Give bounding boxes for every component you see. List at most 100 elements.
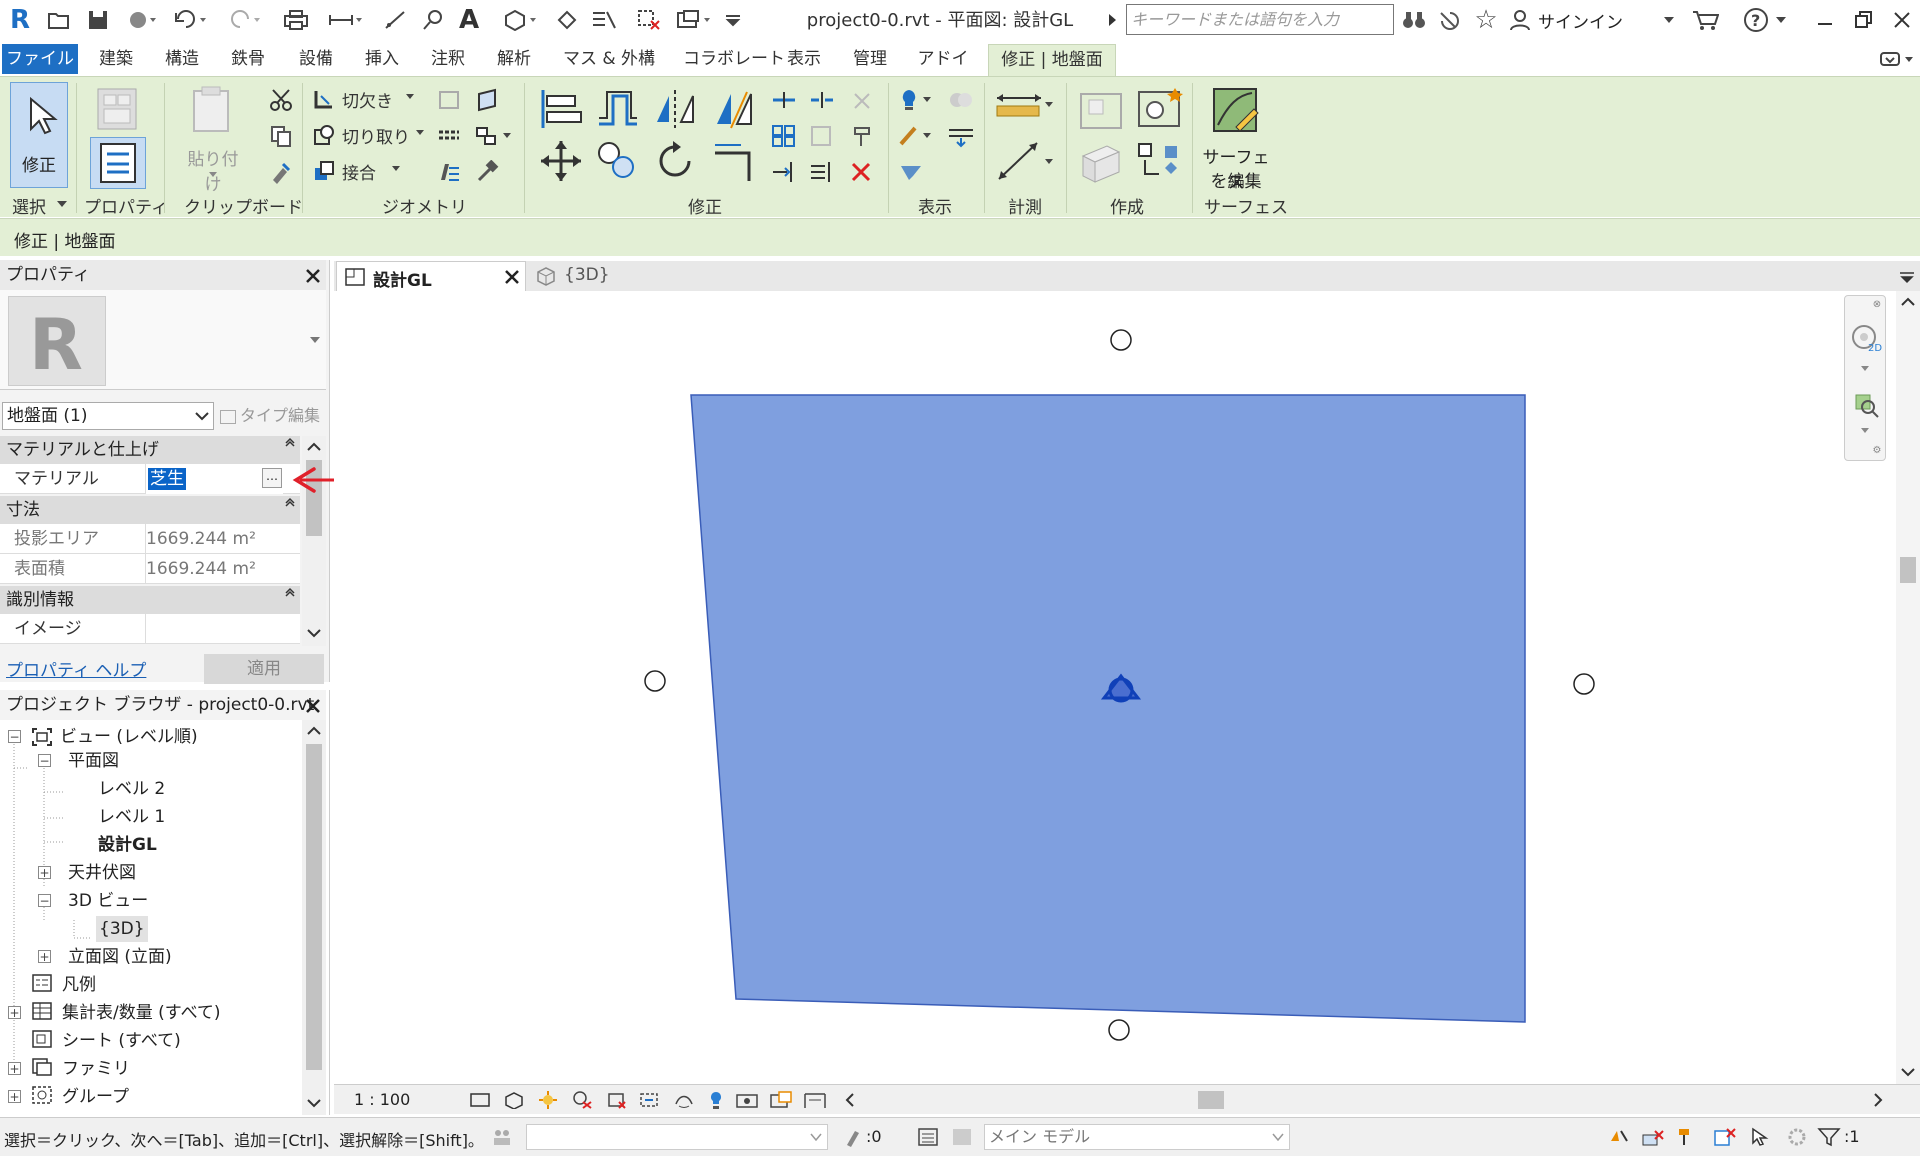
reveal-hidden-icon[interactable] xyxy=(734,1089,760,1111)
type-preview-chevron-icon[interactable] xyxy=(308,334,322,346)
select-links-icon[interactable] xyxy=(1606,1126,1632,1148)
tab-systems[interactable]: 設備 xyxy=(292,44,340,74)
expand-groups-icon[interactable]: + xyxy=(8,1090,21,1103)
detail-level-icon[interactable] xyxy=(468,1089,492,1111)
wall-joins-icon[interactable] xyxy=(436,87,462,113)
workset-selector[interactable] xyxy=(526,1124,828,1150)
select-pinned-icon[interactable] xyxy=(1674,1126,1700,1148)
collapse-materials-icon[interactable] xyxy=(284,436,296,448)
create-similar-icon[interactable] xyxy=(1134,139,1184,185)
binoculars-icon[interactable] xyxy=(1400,8,1428,32)
type-preview[interactable]: R xyxy=(0,290,326,390)
tab-architecture[interactable]: 建築 xyxy=(92,44,140,74)
create-assembly-icon[interactable] xyxy=(1076,87,1126,133)
tree-item-ceiling-plans[interactable]: 天井伏図 xyxy=(68,860,136,886)
default-3d-icon[interactable] xyxy=(500,8,540,32)
tab-addins[interactable]: アドイン xyxy=(912,44,974,99)
crop-view-icon[interactable] xyxy=(604,1089,628,1111)
save-icon[interactable] xyxy=(86,8,110,32)
scale-icon[interactable] xyxy=(808,123,836,149)
tab-file[interactable]: ファイル xyxy=(2,44,78,74)
chevron-down-icon[interactable] xyxy=(1662,12,1676,28)
offset-icon[interactable] xyxy=(594,87,640,131)
type-selector[interactable]: 地盤面 (1) xyxy=(2,402,214,430)
crop-region-visible-icon[interactable] xyxy=(638,1089,662,1111)
design-options-icon[interactable] xyxy=(916,1126,940,1148)
tab-view[interactable]: 表示 xyxy=(780,44,828,74)
category-dimensions[interactable]: 寸法 xyxy=(0,496,300,524)
rotate-icon[interactable] xyxy=(652,139,698,183)
cut-label[interactable]: 切り取り xyxy=(342,123,410,148)
redo-icon[interactable] xyxy=(226,8,266,32)
collapse-3d-views-icon[interactable]: − xyxy=(38,894,51,907)
tree-item-design-gl[interactable]: 設計GL xyxy=(98,832,157,858)
demolish-icon[interactable] xyxy=(474,123,514,149)
align-icon[interactable] xyxy=(538,87,584,131)
create-parts-icon[interactable] xyxy=(1134,83,1184,131)
split-face-icon[interactable] xyxy=(474,87,500,113)
pin-icon[interactable] xyxy=(848,123,876,149)
unlocked-3d-icon[interactable] xyxy=(672,1089,696,1111)
workset-chevron-icon[interactable] xyxy=(810,1132,822,1142)
cope-label[interactable]: 切欠き xyxy=(342,87,393,112)
copy-icon[interactable] xyxy=(268,123,294,149)
revit-logo-icon[interactable]: R xyxy=(6,4,34,36)
browser-scrollbar[interactable] xyxy=(302,720,326,1115)
hide-in-view-icon[interactable] xyxy=(896,87,936,113)
navbar-options-icon[interactable]: ⚙ xyxy=(1871,444,1883,456)
canvas-vscroll-thumb[interactable] xyxy=(1900,557,1916,583)
tab-annotate[interactable]: 注釈 xyxy=(424,44,472,74)
edit-type-button[interactable]: タイプ編集 xyxy=(216,402,326,430)
section-icon[interactable] xyxy=(554,8,580,32)
trim-extend-corner-icon[interactable] xyxy=(710,139,756,183)
expand-elevations-icon[interactable]: + xyxy=(38,950,51,963)
close-window-icon[interactable] xyxy=(1890,8,1914,32)
scroll-up-icon[interactable] xyxy=(306,440,322,454)
close-view-tab-icon[interactable] xyxy=(503,268,521,286)
mirror-pick-axis-icon[interactable] xyxy=(652,87,698,131)
expand-schedules-icon[interactable]: + xyxy=(8,1006,21,1019)
steering-wheel-2d-icon[interactable]: 2D xyxy=(1849,322,1883,354)
split-with-gap-icon[interactable] xyxy=(808,87,836,113)
tab-structure[interactable]: 構造 xyxy=(158,44,206,74)
temporary-hide-icon[interactable] xyxy=(706,1089,726,1111)
tab-steel[interactable]: 鉄骨 xyxy=(224,44,272,74)
thin-lines-icon[interactable] xyxy=(590,8,618,32)
tab-collaborate[interactable]: コラボレート xyxy=(674,44,794,74)
wheel-dropdown-icon[interactable] xyxy=(1859,364,1871,374)
cart-icon[interactable] xyxy=(1690,8,1720,32)
customize-qat-icon[interactable] xyxy=(722,8,744,32)
view-tab-3d[interactable]: {3D} xyxy=(530,261,650,291)
cut-chevron-icon[interactable] xyxy=(414,127,426,139)
trim-extend-multiple-icon[interactable] xyxy=(808,159,836,185)
filter-icon[interactable] xyxy=(1816,1126,1842,1148)
close-browser-icon[interactable] xyxy=(302,695,324,717)
tag-icon[interactable] xyxy=(420,8,446,32)
tree-item-3d[interactable]: {3D} xyxy=(96,916,148,942)
tree-item-3d-views[interactable]: 3D ビュー xyxy=(68,888,148,914)
canvas-vscrollbar[interactable] xyxy=(1896,291,1920,1084)
browser-scroll-thumb[interactable] xyxy=(306,744,322,1070)
canvas-scroll-down-icon[interactable] xyxy=(1900,1065,1916,1079)
view-tab-design-gl[interactable]: 設計GL xyxy=(336,261,526,291)
linework-icon[interactable] xyxy=(896,123,936,149)
split-element-icon[interactable] xyxy=(770,87,798,113)
temporary-view-properties-icon[interactable] xyxy=(768,1089,794,1111)
zoom-dropdown-icon[interactable] xyxy=(1859,426,1871,436)
tab-manage[interactable]: 管理 xyxy=(846,44,894,74)
drawing-canvas[interactable]: ⊗ 2D ⚙ xyxy=(334,291,1920,1084)
paste-chevron-icon[interactable] xyxy=(208,171,218,179)
canvas-hscroll-thumb[interactable] xyxy=(1198,1091,1224,1109)
canvas-scroll-up-icon[interactable] xyxy=(1900,295,1916,309)
unpin-icon[interactable] xyxy=(848,87,876,113)
collapse-dimensions-icon[interactable] xyxy=(284,496,296,508)
collapse-identity-icon[interactable] xyxy=(284,586,296,598)
help-chevron-icon[interactable] xyxy=(1774,12,1788,28)
thin-lines-toggle-icon[interactable] xyxy=(946,123,976,149)
close-navbar-icon[interactable]: ⊗ xyxy=(1871,298,1883,310)
drag-on-selection-icon[interactable] xyxy=(1748,1126,1774,1148)
help-icon[interactable]: ? xyxy=(1742,6,1770,34)
signin-label[interactable]: サインイン xyxy=(1538,8,1638,33)
tree-item-level-2[interactable]: レベル 2 xyxy=(98,776,165,802)
edit-surface-button[interactable]: サーフェス を編集 xyxy=(1200,85,1272,193)
